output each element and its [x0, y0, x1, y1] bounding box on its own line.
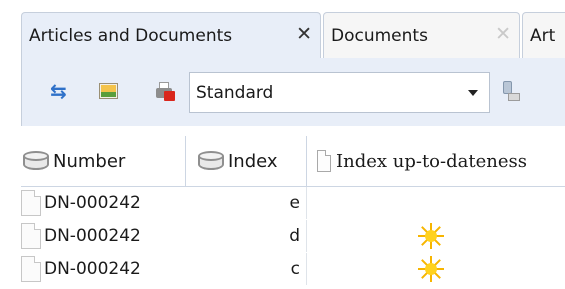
- table-row[interactable]: DN-000242 c: [21, 253, 565, 285]
- close-icon[interactable]: ✕: [296, 25, 312, 44]
- toolbar: ⇆ Standard: [21, 58, 565, 126]
- document-icon: [317, 150, 331, 172]
- index-value: d: [289, 226, 300, 246]
- close-icon[interactable]: ✕: [495, 25, 511, 44]
- sun-icon: [418, 223, 444, 249]
- tab-documents[interactable]: Documents ✕: [323, 12, 520, 58]
- column-header-label: Index up-to-dateness: [336, 150, 527, 172]
- cell-index: c: [186, 253, 307, 285]
- cell-index: e: [186, 187, 307, 219]
- cell-number: DN-000242: [21, 220, 186, 252]
- view-select-value: Standard: [196, 82, 274, 103]
- database-icon: [196, 149, 226, 173]
- column-header-number[interactable]: Number: [21, 136, 186, 186]
- sun-icon: [418, 256, 444, 282]
- column-header-label: Index: [228, 150, 278, 172]
- cell-index: d: [186, 220, 307, 252]
- tab-label: Documents: [331, 25, 428, 46]
- cell-up-to-dateness: [307, 220, 565, 252]
- column-header-index[interactable]: Index: [186, 136, 307, 186]
- cell-up-to-dateness: [307, 187, 565, 219]
- number-value: DN-000242: [44, 226, 141, 246]
- cell-number: DN-000242: [21, 253, 186, 285]
- database-icon: [21, 149, 51, 173]
- data-grid: Number Index Index up-to-dateness DN-000…: [0, 126, 565, 289]
- plug-icon[interactable]: [500, 80, 522, 102]
- document-icon: [21, 190, 41, 216]
- number-value: DN-000242: [44, 259, 141, 279]
- view-select[interactable]: Standard: [189, 72, 490, 113]
- print-pdf-icon[interactable]: [154, 80, 176, 102]
- document-icon: [21, 223, 41, 249]
- table-row[interactable]: DN-000242 e: [21, 187, 565, 219]
- index-value: c: [290, 259, 300, 279]
- chevron-down-icon[interactable]: [468, 90, 478, 96]
- document-icon: [21, 256, 41, 282]
- tab-label: Articles and Documents: [29, 25, 233, 46]
- tab-bar: Articles and Documents ✕ Documents ✕ Art: [0, 0, 565, 58]
- image-icon[interactable]: [98, 80, 120, 102]
- column-header-index-up-to-dateness[interactable]: Index up-to-dateness: [307, 136, 565, 186]
- cell-up-to-dateness: [307, 253, 565, 285]
- column-header-label: Number: [53, 150, 126, 172]
- table-row[interactable]: DN-000242 d: [21, 220, 565, 252]
- cell-number: DN-000242: [21, 187, 186, 219]
- index-value: e: [289, 193, 300, 213]
- sync-icon[interactable]: ⇆: [50, 80, 72, 102]
- tab-label: Art: [530, 25, 556, 46]
- number-value: DN-000242: [44, 193, 141, 213]
- tab-articles-and-documents[interactable]: Articles and Documents ✕: [21, 12, 321, 58]
- tab-articles-truncated[interactable]: Art: [522, 12, 565, 58]
